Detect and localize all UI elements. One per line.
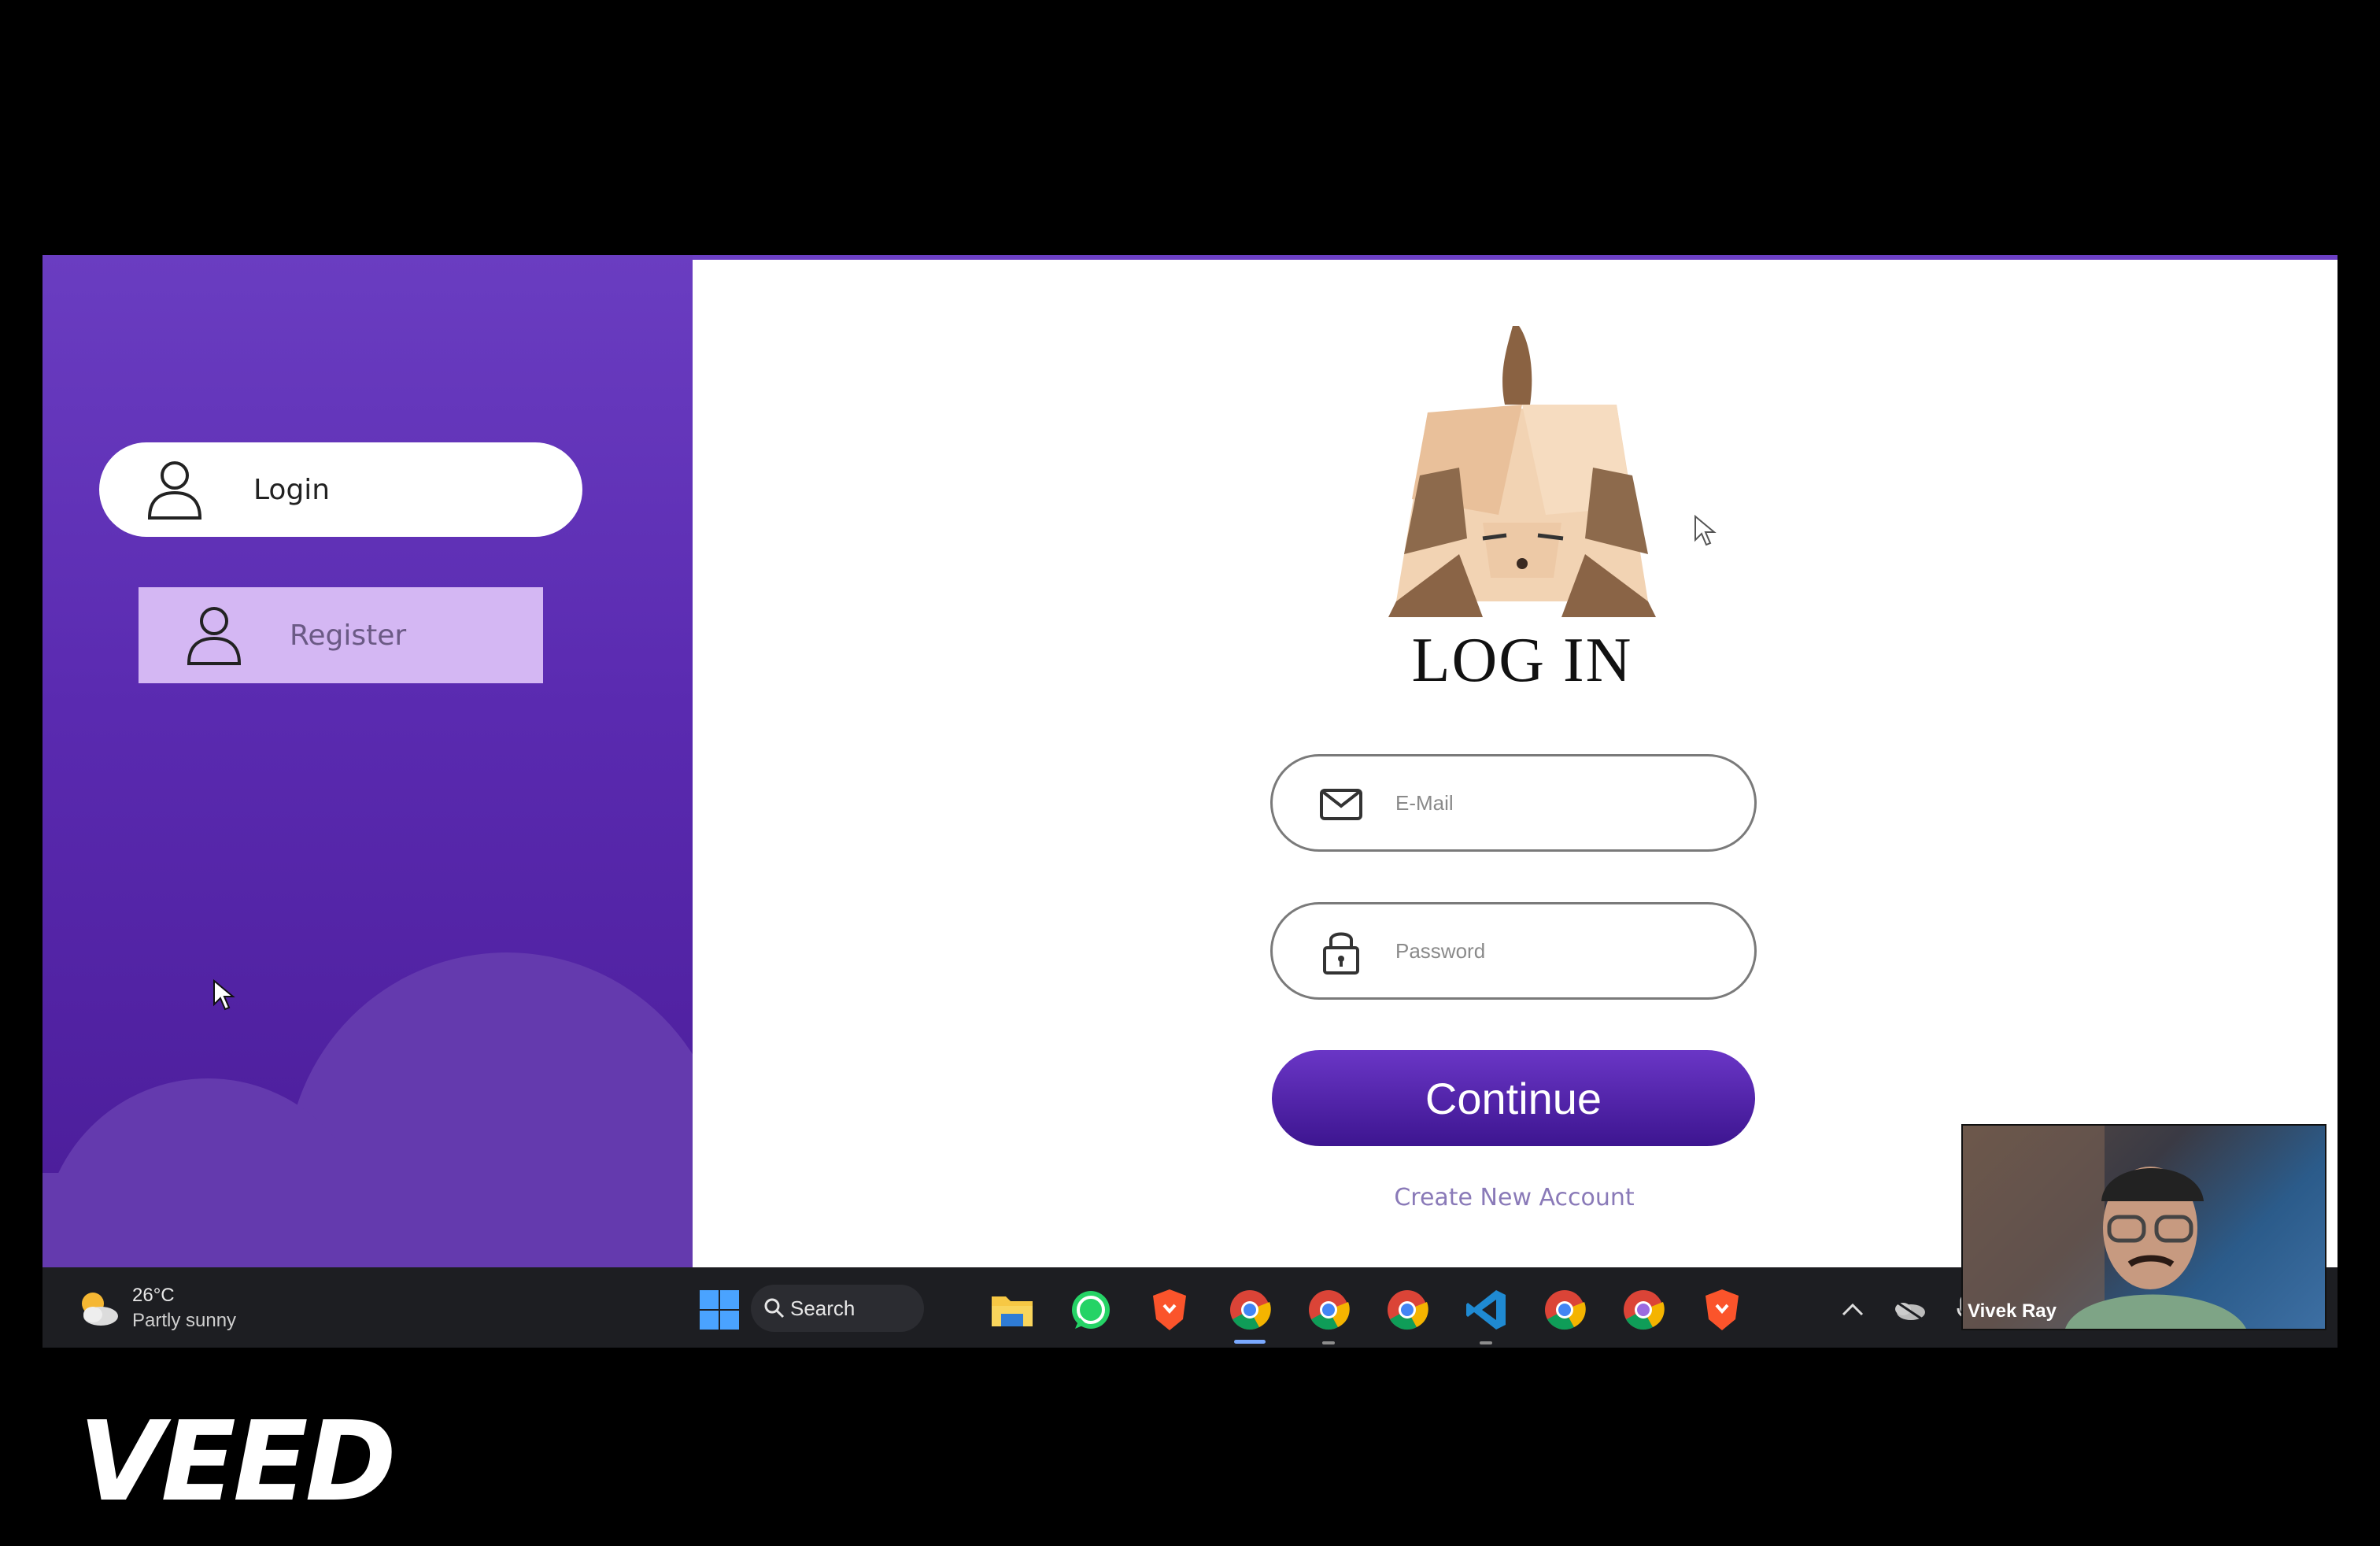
windows-start-icon[interactable] — [697, 1288, 741, 1332]
presenter-name: Vivek Ray — [1968, 1300, 2057, 1322]
active-app-indicator — [1234, 1340, 1266, 1344]
email-field[interactable] — [1270, 754, 1757, 852]
onedrive-icon[interactable] — [1887, 1288, 1931, 1332]
continue-button[interactable]: Continue — [1272, 1050, 1755, 1146]
weather-widget[interactable]: 26°C Partly sunny — [74, 1285, 236, 1332]
user-icon — [186, 605, 242, 665]
cloud-decoration — [42, 1173, 693, 1267]
sidebar-item-login[interactable]: Login — [99, 442, 582, 537]
file-explorer-icon[interactable] — [990, 1288, 1034, 1332]
presenter-video — [1963, 1126, 2246, 1329]
search-label: Search — [790, 1296, 856, 1320]
mouse-cursor-icon — [213, 979, 235, 1011]
chrome-icon[interactable] — [1385, 1288, 1429, 1332]
password-input[interactable] — [1394, 938, 1712, 964]
page-title: LOG IN — [1411, 626, 1633, 695]
weather-temperature: 26°C — [132, 1285, 175, 1306]
running-app-indicator — [1322, 1341, 1335, 1344]
brave-browser-icon[interactable] — [1700, 1288, 1744, 1332]
sidebar-item-label: Login — [253, 473, 331, 506]
brave-browser-icon[interactable] — [1148, 1288, 1192, 1332]
email-input[interactable] — [1394, 790, 1712, 816]
chrome-icon[interactable] — [1228, 1288, 1272, 1332]
partly-sunny-icon — [82, 1293, 118, 1326]
sidebar-item-register[interactable]: Register — [139, 587, 543, 683]
cat-illustration — [1380, 318, 1664, 617]
user-icon — [146, 460, 203, 520]
running-app-indicator — [1480, 1341, 1492, 1344]
sidebar: Login Register — [42, 255, 693, 1267]
chrome-icon[interactable] — [1543, 1288, 1587, 1332]
chevron-up-icon[interactable] — [1831, 1288, 1875, 1332]
taskbar-search[interactable]: Search — [751, 1285, 924, 1332]
whatsapp-icon[interactable] — [1069, 1288, 1113, 1332]
veed-watermark: VEED — [79, 1398, 397, 1526]
chrome-icon[interactable] — [1621, 1288, 1665, 1332]
chrome-icon[interactable] — [1306, 1288, 1351, 1332]
mail-icon — [1320, 779, 1362, 827]
search-icon — [764, 1298, 785, 1319]
webcam-overlay: Vivek Ray — [1961, 1124, 2326, 1330]
weather-description: Partly sunny — [132, 1310, 237, 1331]
sidebar-item-label: Register — [290, 619, 407, 652]
password-field[interactable] — [1270, 902, 1757, 1000]
lock-icon — [1320, 927, 1362, 975]
vscode-icon[interactable] — [1464, 1288, 1508, 1332]
create-account-link[interactable]: Create New Account — [1286, 1184, 1743, 1211]
mouse-cursor-icon — [1694, 515, 1717, 546]
